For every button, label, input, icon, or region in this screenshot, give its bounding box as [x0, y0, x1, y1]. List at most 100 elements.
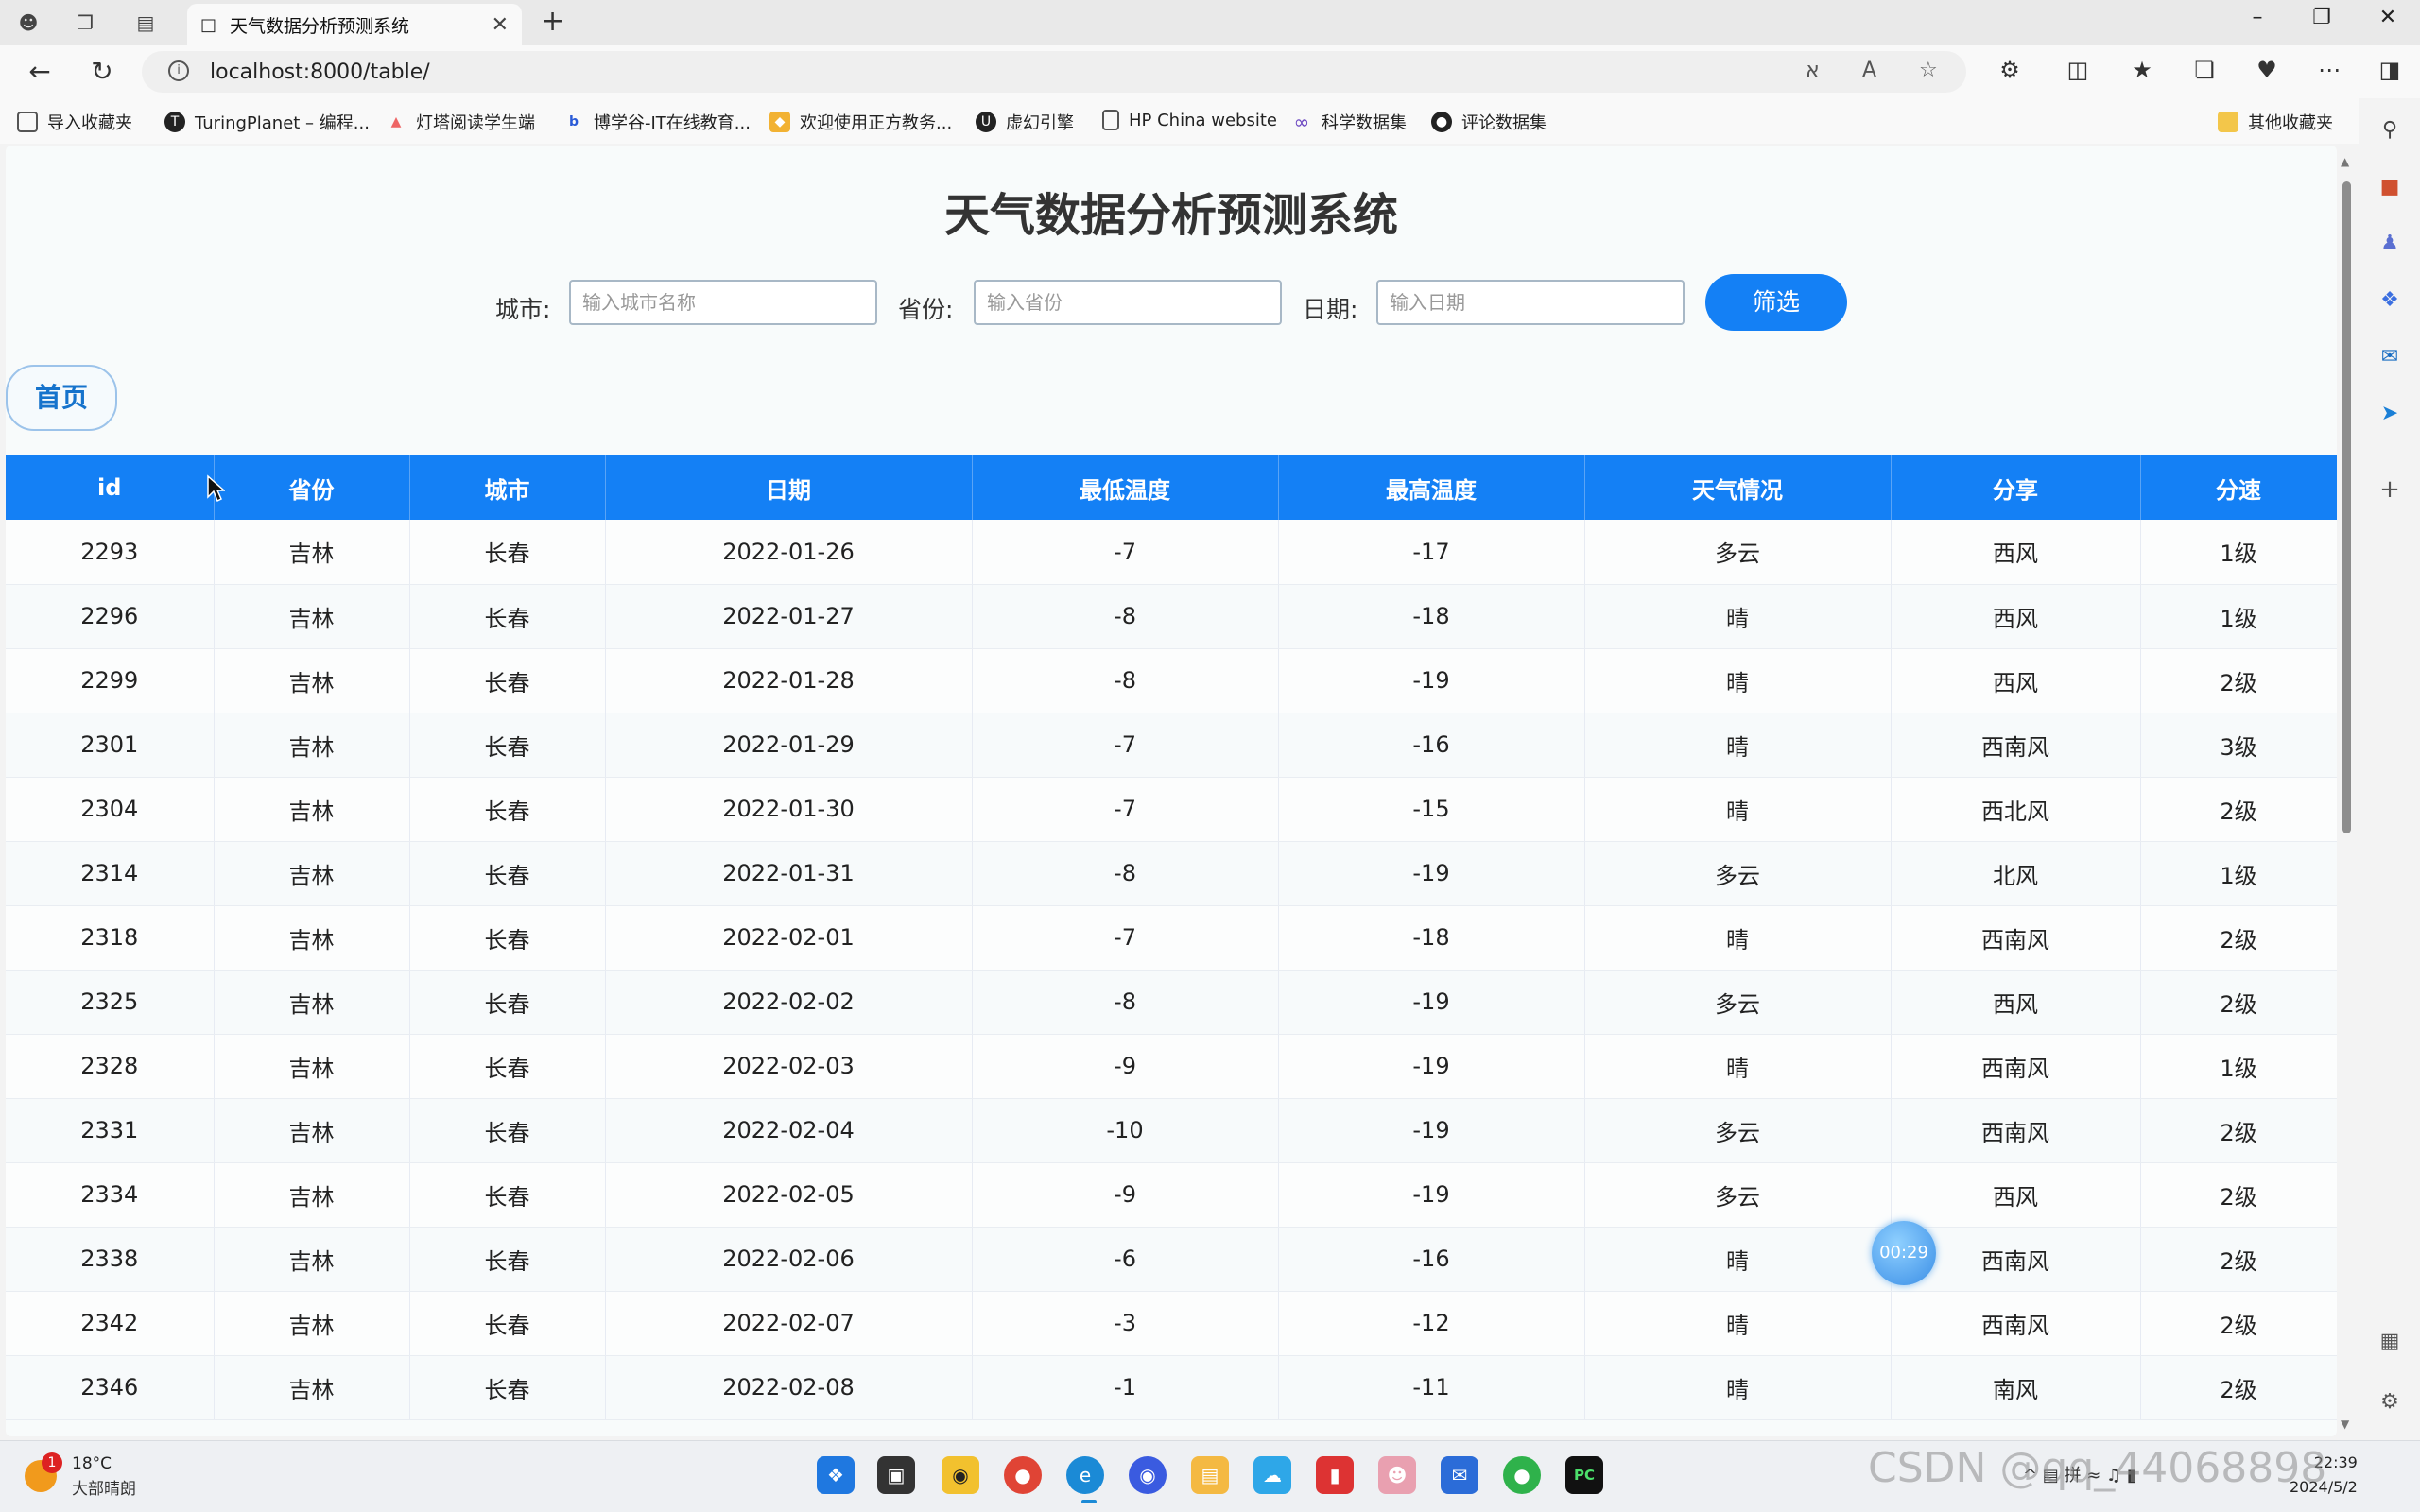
edge-icon[interactable]: e [1066, 1456, 1104, 1494]
cell-weather: 多云 [1584, 1098, 1892, 1163]
collections-icon[interactable]: ❏ [2187, 57, 2221, 83]
start-icon[interactable]: ❖ [817, 1456, 855, 1494]
toolbox-icon[interactable]: ■ [2375, 172, 2405, 202]
search-icon[interactable]: ⚲ [2375, 115, 2405, 146]
url-text[interactable]: localhost:8000/table/ [210, 60, 430, 84]
restore-button[interactable]: ❐ [2303, 6, 2341, 29]
cell-wind-direction: 西风 [1891, 520, 2141, 585]
chat-icon[interactable]: ☁ [1253, 1456, 1291, 1494]
cell-city: 长春 [409, 520, 606, 585]
bookmark-lighthouse[interactable]: ▲ 灯塔阅读学生端 [386, 110, 535, 134]
bookmark-turing[interactable]: T TuringPlanet – 编程... [164, 110, 370, 134]
extensions-icon[interactable]: ⚙ [1993, 57, 2027, 83]
cell-id: 2334 [6, 1162, 215, 1228]
page-title: 天气数据分析预测系统 [943, 189, 1398, 242]
turing-icon: T [164, 112, 185, 132]
cell-max-temp: -16 [1278, 713, 1585, 778]
avatar-app-icon[interactable]: ☻ [1378, 1456, 1416, 1494]
col-header-id[interactable]: id [6, 455, 215, 520]
vertical-tabs-icon[interactable]: ▤ [130, 8, 161, 38]
recording-timer[interactable]: 00:29 [1872, 1221, 1936, 1285]
cell-province: 吉林 [214, 841, 410, 906]
outlook-icon[interactable]: ✉ [2375, 342, 2405, 372]
sidebar-toggle-icon[interactable]: ◨ [2373, 57, 2407, 83]
bookmark-unreal[interactable]: U 虚幻引擎 [976, 110, 1074, 134]
read-aloud-icon[interactable]: A [1862, 59, 1876, 82]
wechat-icon[interactable]: ● [1503, 1456, 1541, 1494]
cell-wind-direction: 西风 [1891, 970, 2141, 1035]
cell-min-temp: -8 [972, 970, 1279, 1035]
cell-weather: 多云 [1584, 970, 1892, 1035]
favorites-icon[interactable]: ★ [2125, 57, 2159, 83]
filter-button[interactable]: 筛选 [1705, 274, 1847, 331]
col-header-city[interactable]: 城市 [409, 455, 606, 520]
col-header-province[interactable]: 省份 [214, 455, 410, 520]
info-icon[interactable]: i [168, 60, 189, 81]
page-scrollbar[interactable]: ▲ ▼ [2339, 155, 2354, 1433]
send-icon[interactable]: ➤ [2375, 399, 2405, 429]
col-header-date[interactable]: 日期 [605, 455, 973, 520]
close-window-button[interactable]: ✕ [2369, 6, 2407, 29]
address-bar[interactable]: i localhost:8000/table/ א A ☆ [142, 51, 1966, 93]
more-menu-icon[interactable]: ⋯ [2312, 57, 2346, 83]
cell-weather: 晴 [1584, 905, 1892, 971]
task-view-icon[interactable]: ▣ [877, 1456, 915, 1494]
file-explorer-icon[interactable]: ▤ [1191, 1456, 1229, 1494]
cell-min-temp: -8 [972, 841, 1279, 906]
col-header-wind-direction[interactable]: 分享 [1891, 455, 2141, 520]
browser-app-icon[interactable]: ◉ [1129, 1456, 1167, 1494]
bookmark-zhengfang[interactable]: ◆ 欢迎使用正方教务... [769, 110, 952, 134]
bookmark-comment-data[interactable]: ● 评论数据集 [1431, 110, 1547, 134]
split-screen-icon[interactable]: ◫ [2061, 57, 2095, 83]
pycharm-icon[interactable]: PC [1565, 1456, 1603, 1494]
col-header-weather[interactable]: 天气情况 [1584, 455, 1892, 520]
scroll-down-icon[interactable]: ▼ [2341, 1418, 2349, 1431]
bookmark-hp[interactable]: HP China website [1102, 110, 1277, 130]
copilot-icon[interactable]: ❖ [2375, 285, 2405, 316]
cell-province: 吉林 [214, 1227, 410, 1292]
minimize-button[interactable]: – [2238, 6, 2276, 29]
reader-app-icon[interactable]: ▮ [1316, 1456, 1354, 1494]
table-row: 2346 吉林 长春 2022-02-08 -1 -11 晴南风 2级 [6, 1355, 2337, 1420]
new-tab-button[interactable]: + [541, 8, 564, 36]
chrome-icon[interactable]: ● [1004, 1456, 1042, 1494]
screenshot-icon[interactable]: ▦ [2375, 1327, 2405, 1357]
add-icon[interactable]: + [2375, 474, 2405, 505]
cell-min-temp: -3 [972, 1291, 1279, 1356]
bookmark-import[interactable]: 导入收藏夹 [17, 110, 132, 134]
scrollbar-thumb[interactable] [2342, 181, 2351, 833]
workspaces-icon[interactable]: ❐ [70, 8, 100, 38]
bookmark-other-folder[interactable]: 其他收藏夹 [2218, 110, 2333, 134]
mail-app-icon[interactable]: ✉ [1441, 1456, 1478, 1494]
settings-icon[interactable]: ⚙ [2375, 1387, 2405, 1418]
col-header-min-temp[interactable]: 最低温度 [972, 455, 1279, 520]
province-input[interactable]: 输入省份 [974, 280, 1282, 325]
city-input[interactable]: 输入城市名称 [569, 280, 877, 325]
cell-wind-speed: 1级 [2140, 1034, 2337, 1099]
close-tab-icon[interactable]: ✕ [492, 13, 509, 37]
translate-icon[interactable]: א [1806, 59, 1820, 82]
refresh-button[interactable]: ↻ [83, 55, 121, 89]
profile-icon[interactable]: ☻ [13, 8, 43, 38]
col-header-max-temp[interactable]: 最高温度 [1278, 455, 1585, 520]
cell-id: 2314 [6, 841, 215, 906]
bookmark-boxuegu[interactable]: b 博学谷-IT在线教育... [563, 110, 751, 134]
favorite-star-icon[interactable]: ☆ [1919, 59, 1938, 82]
cell-province: 吉林 [214, 648, 410, 713]
games-icon[interactable]: ♟ [2375, 229, 2405, 259]
performance-icon[interactable]: ♥ [2250, 57, 2284, 83]
col-header-wind-speed[interactable]: 分速 [2140, 455, 2337, 520]
scroll-up-icon[interactable]: ▲ [2341, 155, 2349, 168]
date-input[interactable]: 输入日期 [1376, 280, 1685, 325]
tab-active[interactable]: □ 天气数据分析预测系统 ✕ [187, 4, 522, 45]
cell-province: 吉林 [214, 970, 410, 1035]
cell-city: 长春 [409, 777, 606, 842]
page-viewport: 天气数据分析预测系统 城市: 输入城市名称 省份: 输入省份 日期: 输入日期 … [6, 146, 2337, 1436]
cell-max-temp: -19 [1278, 648, 1585, 713]
lighthouse-icon: ▲ [390, 114, 402, 129]
cell-wind-direction: 北风 [1891, 841, 2141, 906]
home-button[interactable]: 首页 [6, 365, 117, 431]
bookmark-science-data[interactable]: ∞ 科学数据集 [1291, 110, 1407, 134]
vpn-shield-icon[interactable]: ◉ [942, 1456, 979, 1494]
back-button[interactable]: ← [21, 55, 59, 89]
